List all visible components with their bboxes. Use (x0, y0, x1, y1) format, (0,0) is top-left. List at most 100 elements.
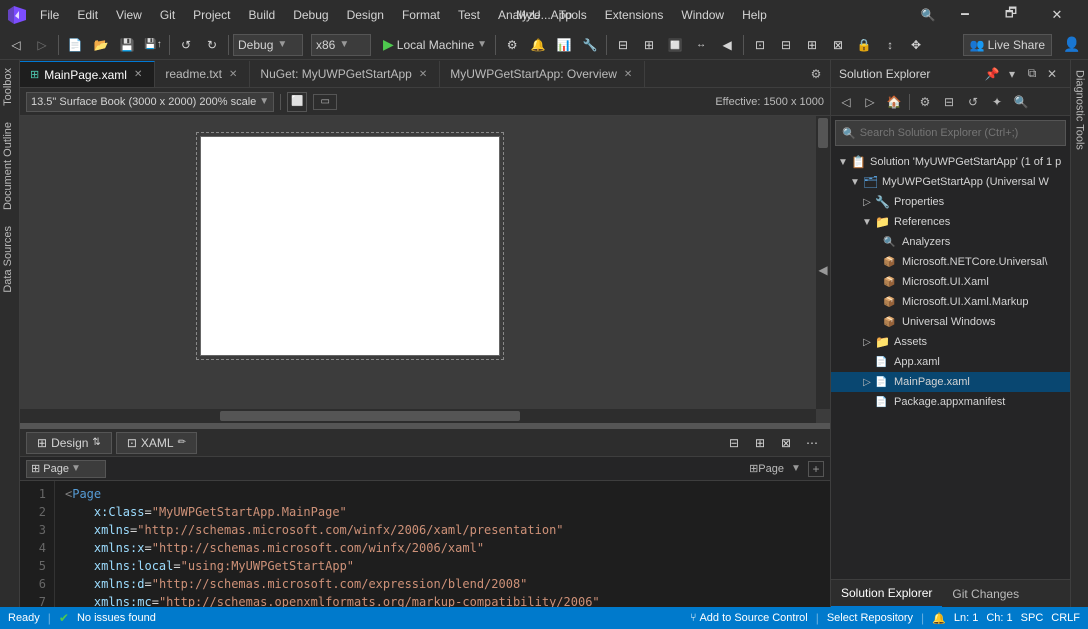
se-collapse-btn[interactable]: ⊟ (938, 91, 960, 113)
undo-btn[interactable]: ↺ (174, 33, 198, 57)
live-share-btn[interactable]: 👥 Live Share (963, 34, 1052, 56)
user-icon[interactable]: 👤 (1060, 33, 1084, 57)
canvas-scrollbar-h[interactable] (20, 409, 816, 423)
diag-tab[interactable]: Diagnostic Tools (1072, 64, 1088, 156)
menu-git[interactable]: Git (152, 6, 183, 24)
add-btn[interactable]: + (808, 461, 824, 477)
tree-universal-windows[interactable]: 📦 Universal Windows (831, 312, 1070, 332)
menu-design[interactable]: Design (339, 6, 392, 24)
code-content[interactable]: <Page x:Class="MyUWPGetStartApp.MainPage… (55, 481, 830, 607)
tree-project[interactable]: ▼ 🗂 MyUWPGetStartApp (Universal W (831, 172, 1070, 192)
scrollbar-thumb-h[interactable] (220, 411, 520, 421)
toolbar-snap-btn[interactable]: ⊠ (826, 33, 850, 57)
xaml-tab-btn[interactable]: ⊡ XAML ✏ (116, 432, 197, 454)
toolbar-btn-7[interactable]: 🔲 (663, 33, 687, 57)
forward-btn[interactable]: ▷ (30, 33, 54, 57)
toolbar-btn-9[interactable]: ◀ (715, 33, 739, 57)
new-project-btn[interactable]: 📄 (63, 33, 87, 57)
tab-mainpage-xaml[interactable]: ⊞ MainPage.xaml ✕ (20, 61, 155, 87)
tree-app-xaml[interactable]: 📄 App.xaml (831, 352, 1070, 372)
menu-help[interactable]: Help (734, 6, 775, 24)
more-btn[interactable]: ⋯ (800, 431, 824, 455)
tree-ui-xaml[interactable]: 📦 Microsoft.UI.Xaml (831, 272, 1070, 292)
tab-settings-btn[interactable]: ⚙ (802, 61, 830, 87)
tree-mainpage-xaml[interactable]: ▷ 📄 MainPage.xaml (831, 372, 1070, 392)
title-bar-search[interactable]: 🔍 (914, 3, 942, 27)
toolbar-btn-4[interactable]: 🔧 (578, 33, 602, 57)
save-btn[interactable]: 💾 (115, 33, 139, 57)
toolbar-grid-btn[interactable]: ⊞ (800, 33, 824, 57)
toolbar-btn-2[interactable]: 🔔 (526, 33, 550, 57)
panel-close-btn[interactable]: ✕ (1042, 64, 1062, 84)
tab-close-nuget[interactable]: ✕ (417, 68, 429, 81)
select-repo-btn[interactable]: Select Repository (827, 611, 913, 625)
redo-btn[interactable]: ↻ (200, 33, 224, 57)
toolbar-align-btn[interactable]: ⊟ (774, 33, 798, 57)
tab-close-readme[interactable]: ✕ (227, 68, 239, 81)
full-btn[interactable]: ⊠ (774, 431, 798, 455)
toolbar-btn-5[interactable]: ⊟ (611, 33, 635, 57)
scrollbar-thumb-v[interactable] (818, 118, 828, 148)
restore-btn[interactable]: 🗗 (988, 0, 1034, 30)
panel-dropdown-btn[interactable]: ▾ (1002, 64, 1022, 84)
design-tab-btn[interactable]: ⊞ Design ⇅ (26, 432, 112, 454)
se-settings-btn[interactable]: ⚙ (914, 91, 936, 113)
add-source-control-btn[interactable]: ⑂ Add to Source Control (690, 611, 808, 625)
menu-project[interactable]: Project (185, 6, 238, 24)
save-all-btn[interactable]: 💾↑ (141, 33, 165, 57)
tab-overview[interactable]: MyUWPGetStartApp: Overview ✕ (440, 61, 645, 87)
document-outline-tab[interactable]: Document Outline (0, 114, 19, 218)
se-forward-btn[interactable]: ▷ (859, 91, 881, 113)
menu-format[interactable]: Format (394, 6, 448, 24)
menu-edit[interactable]: Edit (69, 6, 106, 24)
tree-package-manifest[interactable]: 📄 Package.appxmanifest (831, 392, 1070, 412)
device-dropdown[interactable]: 13.5" Surface Book (3000 x 2000) 200% sc… (26, 92, 274, 112)
tree-references[interactable]: ▼ 📁 References (831, 212, 1070, 232)
tree-solution[interactable]: ▼ 📋 Solution 'MyUWPGetStartApp' (1 of 1 … (831, 152, 1070, 172)
tree-properties[interactable]: ▷ 🔧 Properties (831, 192, 1070, 212)
collapse-panel-btn[interactable]: ◀ (816, 255, 830, 285)
crlf-status[interactable]: CRLF (1051, 611, 1080, 625)
se-back-btn[interactable]: ◁ (835, 91, 857, 113)
path-right-dropdown[interactable]: ▼ (788, 461, 804, 477)
portrait-btn[interactable]: ⬜ (287, 92, 307, 112)
toolbar-btn-1[interactable]: ⚙ (500, 33, 524, 57)
tab-readme[interactable]: readme.txt ✕ (155, 61, 250, 87)
se-search-input[interactable] (860, 127, 1059, 139)
toolbar-lock-btn[interactable]: 🔒 (852, 33, 876, 57)
toolbar-spacing-btn[interactable]: ⊡ (748, 33, 772, 57)
menu-debug[interactable]: Debug (285, 6, 336, 24)
toolbar-resize-btn[interactable]: ↕ (878, 33, 902, 57)
tab-close-overview[interactable]: ✕ (622, 68, 634, 81)
se-home-btn[interactable]: 🏠 (883, 91, 905, 113)
data-sources-tab[interactable]: Data Sources (0, 218, 19, 301)
se-refresh-btn[interactable]: ↺ (962, 91, 984, 113)
se-search-box[interactable]: 🔍 (835, 120, 1066, 146)
se-filter-btn[interactable]: 🔍 (1010, 91, 1032, 113)
menu-view[interactable]: View (108, 6, 150, 24)
close-btn[interactable]: ✕ (1034, 0, 1080, 30)
tree-assets[interactable]: ▷ 📁 Assets (831, 332, 1070, 352)
menu-build[interactable]: Build (241, 6, 284, 24)
git-changes-tab[interactable]: Git Changes (942, 580, 1029, 608)
menu-extensions[interactable]: Extensions (597, 6, 672, 24)
menu-file[interactable]: File (32, 6, 67, 24)
tab-close-mainpage[interactable]: ✕ (132, 68, 144, 81)
toolbar-btn-3[interactable]: 📊 (552, 33, 576, 57)
tree-netcore[interactable]: 📦 Microsoft.NETCore.Universal\ (831, 252, 1070, 272)
split-h-btn[interactable]: ⊞ (748, 431, 772, 455)
toolbox-tab[interactable]: Toolbox (0, 60, 19, 114)
platform-dropdown[interactable]: x86 ▼ (311, 34, 371, 56)
back-btn[interactable]: ◁ (4, 33, 28, 57)
path-left[interactable]: ⊞ Page ▼ (26, 460, 106, 478)
menu-test[interactable]: Test (450, 6, 488, 24)
panel-float-btn[interactable]: ⧉ (1022, 64, 1042, 84)
minimize-btn[interactable]: 🗕 (942, 0, 988, 30)
notification-icon[interactable]: 🔔 (932, 611, 946, 625)
toolbar-btn-8[interactable]: ↔ (689, 33, 713, 57)
menu-window[interactable]: Window (673, 6, 732, 24)
tab-nuget[interactable]: NuGet: MyUWPGetStartApp ✕ (250, 61, 440, 87)
tree-analyzers[interactable]: 🔍 Analyzers (831, 232, 1070, 252)
toolbar-btn-6[interactable]: ⊞ (637, 33, 661, 57)
landscape-btn[interactable]: ▭ (313, 94, 337, 110)
